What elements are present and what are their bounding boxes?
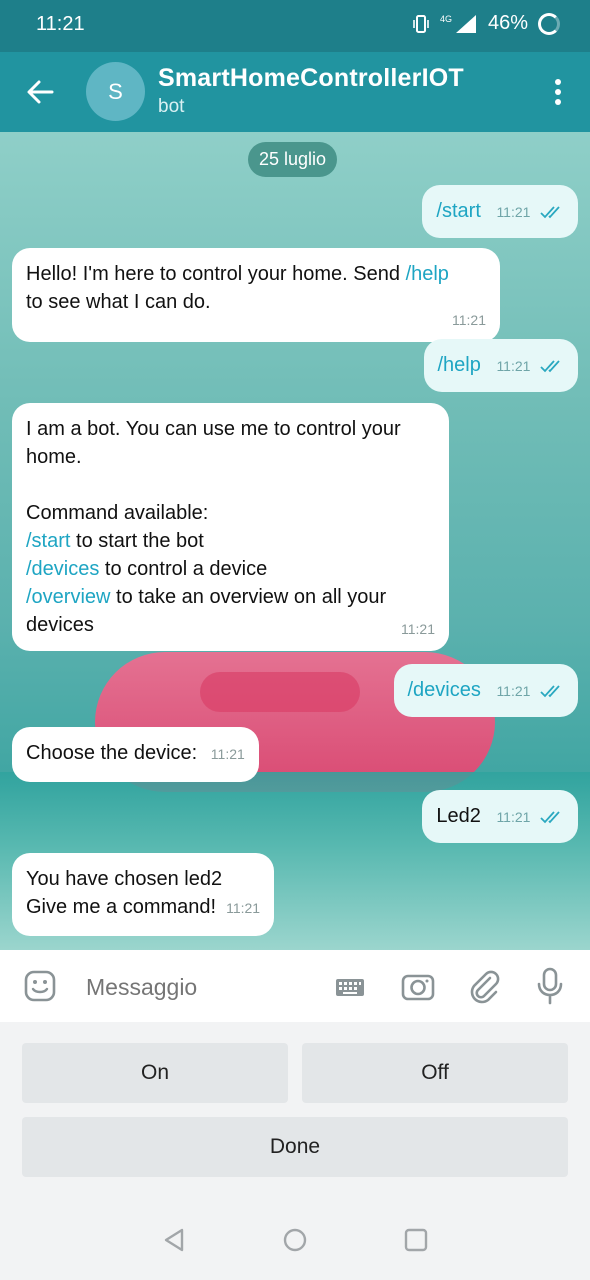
message-text: Choose the device: — [26, 742, 198, 764]
message-time: 11:21 — [496, 204, 531, 220]
status-icons: 4G 46% — [412, 12, 560, 35]
microphone-icon[interactable] — [534, 966, 566, 1006]
double-check-icon — [540, 360, 560, 373]
message-outgoing[interactable]: Led2 11:21 — [422, 790, 578, 843]
message-time: 11:21 — [496, 809, 531, 825]
message-paragraph: Command available: — [26, 502, 209, 524]
message-outgoing[interactable]: /start 11:21 — [422, 185, 578, 238]
battery-icon — [538, 12, 560, 35]
message-text: Hello! I'm here to control your home. Se… — [26, 263, 406, 285]
back-arrow-icon[interactable] — [22, 74, 58, 110]
message-incoming: Hello! I'm here to control your home. Se… — [12, 248, 500, 342]
paperclip-icon[interactable] — [468, 968, 502, 1004]
message-time: 11:21 — [496, 358, 531, 374]
emoji-icon[interactable] — [22, 968, 58, 1004]
done-button[interactable]: Done — [22, 1117, 568, 1177]
keyboard-icon[interactable] — [334, 972, 366, 1002]
command-link[interactable]: /help — [406, 263, 449, 285]
on-button[interactable]: On — [22, 1043, 288, 1103]
message-time: 11:21 — [496, 683, 531, 699]
camera-icon[interactable] — [400, 968, 436, 1004]
signal-icon — [455, 14, 476, 33]
command-desc: to start the bot — [70, 530, 204, 552]
double-check-icon — [540, 685, 560, 698]
nav-home-icon[interactable] — [281, 1226, 309, 1254]
message-outgoing[interactable]: /devices 11:21 — [393, 664, 578, 717]
nav-recents-icon[interactable] — [402, 1226, 430, 1254]
message-text[interactable]: /devices — [408, 679, 481, 701]
message-line: Give me a command! 11:21 — [26, 893, 260, 922]
double-check-icon — [540, 811, 560, 824]
command-link[interactable]: /devices — [26, 558, 99, 580]
message-incoming: You have chosen led2 Give me a command! 1… — [12, 853, 275, 936]
chat-header: S SmartHomeControllerIOT bot — [0, 52, 590, 132]
off-button[interactable]: Off — [302, 1043, 568, 1103]
command-link[interactable]: /start — [26, 530, 70, 552]
message-paragraph: I am a bot. You can use me to control yo… — [26, 418, 401, 468]
message-input-bar — [0, 950, 590, 1022]
chat-subtitle: bot — [158, 96, 185, 117]
date-separator: 25 luglio — [248, 142, 338, 177]
chat-title[interactable]: SmartHomeControllerIOT — [158, 64, 464, 93]
message-incoming: Choose the device: 11:21 — [12, 727, 259, 782]
more-vert-icon[interactable] — [548, 76, 568, 108]
network-type: 4G — [439, 13, 452, 24]
message-text[interactable]: /help — [438, 354, 481, 376]
status-time: 11:21 — [36, 13, 85, 35]
message-time: 11:21 — [226, 900, 261, 916]
background-floatie-shadow — [200, 672, 360, 712]
command-link[interactable]: /overview — [26, 586, 110, 608]
command-desc: to control a device — [99, 558, 268, 580]
chat-area[interactable]: 25 luglio /start 11:21 Hello! I'm here t… — [0, 132, 590, 950]
nav-back-icon[interactable] — [160, 1226, 188, 1254]
status-bar: 11:21 4G 46% — [0, 0, 590, 52]
message-incoming: I am a bot. You can use me to control yo… — [12, 403, 449, 651]
message-time: 11:21 — [210, 746, 245, 762]
double-check-icon — [540, 206, 560, 219]
message-text[interactable]: Led2 — [436, 805, 481, 827]
message-line: You have chosen led2 — [26, 868, 223, 890]
message-input[interactable] — [86, 970, 306, 1004]
bot-keyboard: On Off Done — [0, 1022, 590, 1200]
battery-percent: 46% — [487, 12, 528, 34]
message-text: Give me a command! — [26, 896, 217, 918]
vibrate-icon — [413, 14, 429, 33]
message-line: Hello! I'm here to control your home. Se… — [26, 260, 486, 288]
message-outgoing[interactable]: /help 11:21 — [423, 339, 578, 392]
avatar[interactable]: S — [86, 62, 145, 121]
system-nav-bar — [0, 1200, 590, 1280]
message-text[interactable]: /start — [436, 200, 480, 222]
